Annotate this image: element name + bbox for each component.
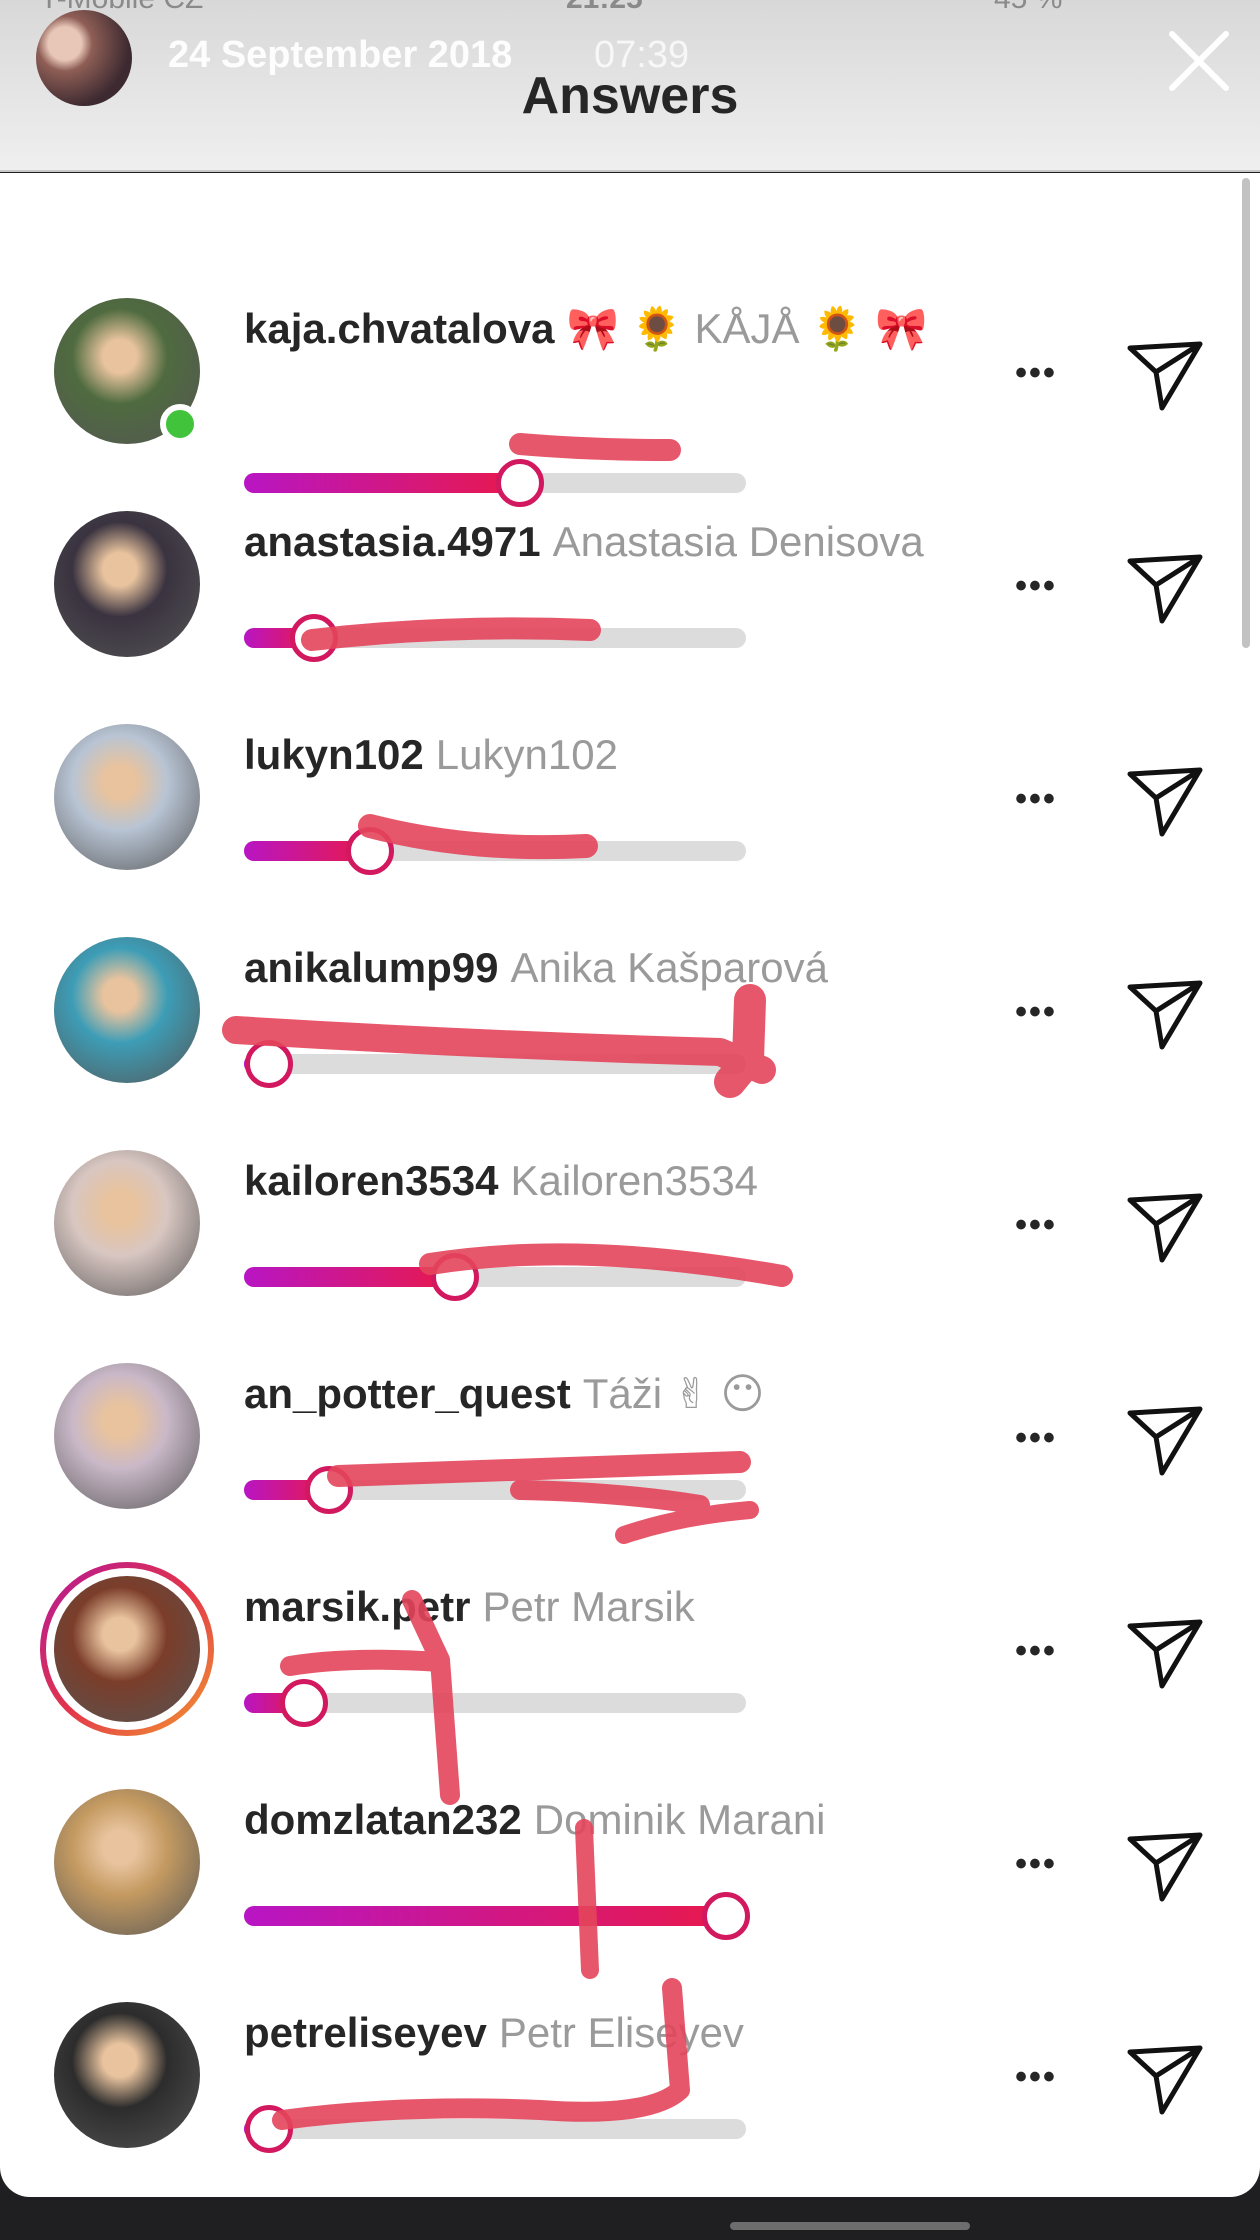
slider-knob bbox=[430, 1253, 479, 1301]
app-root: T-Mobile CZ 21:25 45 % 24 September 2018… bbox=[0, 0, 1260, 2240]
answer-row[interactable]: anikalump99 Anika Kašparová ••• bbox=[0, 937, 1260, 1137]
full-name: 🎀 🌻 KÅJÅ 🌻 🎀 bbox=[566, 305, 928, 352]
emoji-slider-response bbox=[244, 1892, 750, 1940]
slider-knob bbox=[245, 1040, 294, 1088]
emoji-slider-response bbox=[244, 459, 746, 507]
scrollbar[interactable] bbox=[1242, 178, 1250, 648]
more-horizontal-icon[interactable]: ••• bbox=[1006, 2058, 1066, 2096]
send-icon[interactable] bbox=[1124, 334, 1206, 416]
answer-name-line: domzlatan232 Dominik Marani bbox=[244, 1791, 964, 1849]
slider-knob bbox=[345, 827, 394, 875]
close-icon[interactable] bbox=[1164, 26, 1234, 96]
emoji-slider-response bbox=[244, 1040, 746, 1088]
more-horizontal-icon[interactable]: ••• bbox=[1006, 1632, 1066, 1670]
avatar[interactable] bbox=[54, 2002, 200, 2148]
answer-row[interactable]: an_potter_quest Táži ✌ 😶 ••• bbox=[0, 1363, 1260, 1563]
avatar[interactable] bbox=[54, 937, 200, 1083]
slider-knob bbox=[280, 1679, 329, 1727]
more-horizontal-icon[interactable]: ••• bbox=[1006, 1206, 1066, 1244]
full-name: Petr Marsik bbox=[482, 1583, 695, 1630]
slider-knob bbox=[496, 459, 545, 507]
answer-row[interactable]: kailoren3534 Kailoren3534 ••• bbox=[0, 1150, 1260, 1350]
emoji-slider-response bbox=[244, 1466, 746, 1514]
emoji-slider-response bbox=[244, 614, 746, 662]
more-horizontal-icon[interactable]: ••• bbox=[1006, 1419, 1066, 1457]
username[interactable]: kailoren3534 bbox=[244, 1157, 499, 1204]
online-status-badge bbox=[160, 404, 200, 444]
avatar[interactable] bbox=[54, 511, 200, 657]
answer-name-line: marsik.petr Petr Marsik bbox=[244, 1578, 964, 1636]
slider-fill bbox=[244, 1267, 455, 1287]
answer-row[interactable]: marsik.petr Petr Marsik ••• bbox=[0, 1576, 1260, 1776]
full-name: Dominik Marani bbox=[533, 1796, 826, 1843]
emoji-slider-response bbox=[244, 1679, 746, 1727]
username[interactable]: petreliseyev bbox=[244, 2009, 487, 2056]
username[interactable]: domzlatan232 bbox=[244, 1796, 522, 1843]
full-name: Kailoren3534 bbox=[510, 1157, 759, 1204]
answers-sheet: kaja.chvatalova 🎀 🌻 KÅJÅ 🌻 🎀 ••• anastasia.… bbox=[0, 173, 1260, 2197]
answer-name-line: an_potter_quest Táži ✌ 😶 bbox=[244, 1365, 964, 1423]
slider-knob bbox=[701, 1892, 750, 1940]
avatar[interactable] bbox=[54, 1789, 200, 1935]
more-horizontal-icon[interactable]: ••• bbox=[1006, 1845, 1066, 1883]
more-horizontal-icon[interactable]: ••• bbox=[1006, 567, 1066, 605]
emoji-slider-response bbox=[244, 2105, 746, 2153]
answer-name-line: anastasia.4971 Anastasia Denisova bbox=[244, 513, 964, 571]
home-indicator bbox=[730, 2222, 970, 2230]
more-horizontal-icon[interactable]: ••• bbox=[1006, 993, 1066, 1031]
page-title: Answers bbox=[521, 67, 739, 125]
answer-row[interactable]: petreliseyev Petr Eliseyev ••• bbox=[0, 2002, 1260, 2202]
avatar[interactable] bbox=[54, 1363, 200, 1509]
answer-row[interactable]: lukyn102 Lukyn102 ••• bbox=[0, 724, 1260, 924]
status-bar: T-Mobile CZ 21:25 45 % bbox=[0, 0, 1260, 22]
send-icon[interactable] bbox=[1124, 1825, 1206, 1907]
send-icon[interactable] bbox=[1124, 1186, 1206, 1268]
emoji-slider-response bbox=[244, 1253, 746, 1301]
answer-name-line: anikalump99 Anika Kašparová bbox=[244, 939, 964, 997]
slider-knob bbox=[305, 1466, 354, 1514]
send-icon[interactable] bbox=[1124, 973, 1206, 1055]
answer-name-line: lukyn102 Lukyn102 bbox=[244, 726, 964, 784]
answer-name-line: kailoren3534 Kailoren3534 bbox=[244, 1152, 964, 1210]
send-icon[interactable] bbox=[1124, 547, 1206, 629]
more-horizontal-icon[interactable]: ••• bbox=[1006, 354, 1066, 392]
username[interactable]: lukyn102 bbox=[244, 731, 424, 778]
slider-fill bbox=[244, 1906, 726, 1926]
answers-header: T-Mobile CZ 21:25 45 % 24 September 2018… bbox=[0, 0, 1260, 172]
send-icon[interactable] bbox=[1124, 760, 1206, 842]
avatar[interactable] bbox=[54, 1150, 200, 1296]
avatar[interactable] bbox=[54, 724, 200, 870]
send-icon[interactable] bbox=[1124, 1612, 1206, 1694]
slider-knob bbox=[290, 614, 339, 662]
status-time: 21:25 bbox=[566, 0, 643, 16]
username[interactable]: kaja.chvatalova bbox=[244, 305, 555, 352]
answer-name-line: kaja.chvatalova 🎀 🌻 KÅJÅ 🌻 🎀 bbox=[244, 300, 964, 358]
username[interactable]: anastasia.4971 bbox=[244, 518, 541, 565]
full-name: Táži ✌ 😶 bbox=[582, 1370, 765, 1417]
answer-row[interactable]: kaja.chvatalova 🎀 🌻 KÅJÅ 🌻 🎀 ••• bbox=[0, 298, 1260, 507]
full-name: Anika Kašparová bbox=[510, 944, 828, 991]
answer-row[interactable]: anastasia.4971 Anastasia Denisova ••• bbox=[0, 511, 1260, 711]
more-horizontal-icon[interactable]: ••• bbox=[1006, 780, 1066, 818]
username[interactable]: an_potter_quest bbox=[244, 1370, 571, 1417]
status-battery: 45 % bbox=[994, 0, 1062, 16]
answer-name-line: petreliseyev Petr Eliseyev bbox=[244, 2004, 964, 2062]
emoji-slider-response bbox=[244, 827, 746, 875]
full-name: Lukyn102 bbox=[435, 731, 618, 778]
full-name: Petr Eliseyev bbox=[498, 2009, 744, 2056]
slider-fill bbox=[244, 473, 521, 493]
avatar[interactable] bbox=[40, 1562, 214, 1736]
full-name: Anastasia Denisova bbox=[552, 518, 924, 565]
slider-knob bbox=[245, 2105, 294, 2153]
username[interactable]: anikalump99 bbox=[244, 944, 498, 991]
send-icon[interactable] bbox=[1124, 1399, 1206, 1481]
username[interactable]: marsik.petr bbox=[244, 1583, 470, 1630]
answer-row[interactable]: domzlatan232 Dominik Marani ••• bbox=[0, 1789, 1260, 1989]
send-icon[interactable] bbox=[1124, 2038, 1206, 2120]
